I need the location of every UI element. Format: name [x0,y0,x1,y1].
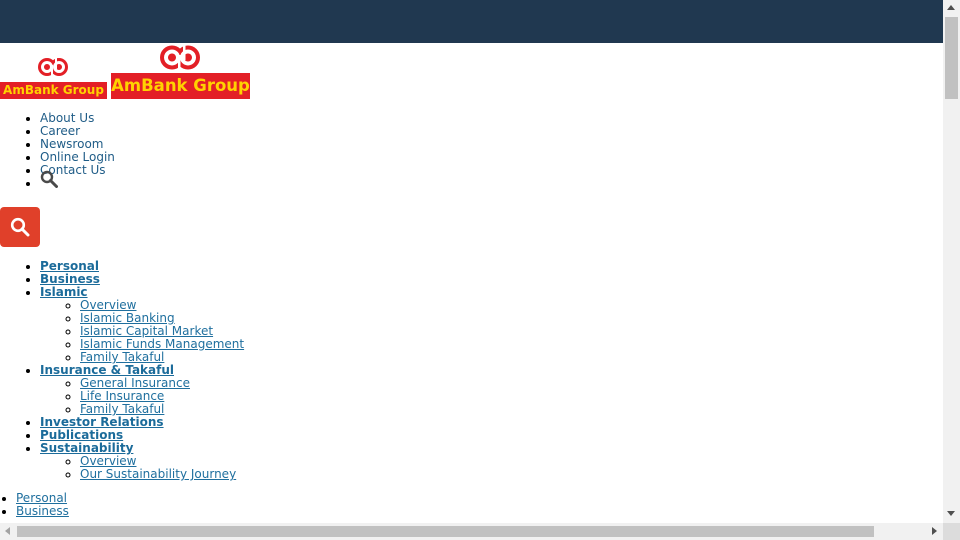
nav-islamic[interactable]: Islamic [40,285,88,299]
islamic-funds-management-link[interactable]: Islamic Funds Management [80,337,244,351]
ambank-mark-small [37,57,69,77]
online-login-link[interactable]: Online Login [40,150,115,164]
vertical-scroll-thumb[interactable] [945,17,958,99]
utility-nav-search [40,170,115,197]
logo-big-text: AmBank Group [111,76,250,95]
mobile-nav-item: Business [16,505,69,518]
islamic-family-takaful-link[interactable]: Family Takaful [80,350,164,364]
horizontal-scrollbar[interactable] [0,523,943,540]
nav-publications[interactable]: Publications [40,428,123,442]
main-nav-item: Islamic Overview Islamic Banking Islamic… [40,286,244,364]
nav-personal[interactable]: Personal [40,259,99,273]
mobile-nav: Personal Business [16,492,69,518]
scroll-down-arrow-icon[interactable] [947,511,955,516]
islamic-capital-market-link[interactable]: Islamic Capital Market [80,324,213,338]
islamic-banking-link[interactable]: Islamic Banking [80,311,175,325]
ambank-logo-small[interactable]: AmBank Group [0,82,107,99]
insurance-family-takaful-link[interactable]: Family Takaful [80,402,164,416]
about-us-link[interactable]: About Us [40,111,94,125]
main-nav: Personal Business Islamic Overview Islam… [40,260,244,481]
newsroom-link[interactable]: Newsroom [40,137,103,151]
mobile-nav-personal[interactable]: Personal [16,491,67,505]
general-insurance-link[interactable]: General Insurance [80,376,190,390]
ambank-logo-mark-icon [38,58,68,76]
top-bar [0,0,943,43]
ambank-mark-big [159,44,201,71]
scroll-right-arrow-icon[interactable] [932,527,937,535]
logo-small-text: AmBank Group [3,83,104,97]
nav-insurance-takaful[interactable]: Insurance & Takaful [40,363,174,377]
main-nav-item: Insurance & Takaful General Insurance Li… [40,364,244,416]
career-link[interactable]: Career [40,124,80,138]
nav-business[interactable]: Business [40,272,100,286]
search-icon[interactable] [40,170,58,191]
ambank-logo-mark-icon [160,45,200,70]
horizontal-scroll-thumb[interactable] [17,526,874,537]
ambank-logo-big[interactable]: AmBank Group [111,73,250,99]
submenu-item: Our Sustainability Journey [80,468,244,481]
scrollbar-corner [943,523,960,540]
islamic-overview-link[interactable]: Overview [80,298,137,312]
search-icon [10,217,30,240]
scroll-left-arrow-icon[interactable] [5,527,10,535]
nav-sustainability[interactable]: Sustainability [40,441,133,455]
islamic-submenu: Overview Islamic Banking Islamic Capital… [40,299,244,364]
page-viewport: AmBank Group AmBank Group About Us Caree… [0,0,943,523]
nav-investor-relations[interactable]: Investor Relations [40,415,164,429]
mobile-nav-business[interactable]: Business [16,504,69,518]
sustainability-overview-link[interactable]: Overview [80,454,137,468]
main-nav-item: Sustainability Overview Our Sustainabili… [40,442,244,481]
vertical-scrollbar[interactable] [943,0,960,523]
search-button[interactable] [0,207,40,247]
life-insurance-link[interactable]: Life Insurance [80,389,164,403]
scroll-up-arrow-icon[interactable] [947,5,955,10]
sustainability-journey-link[interactable]: Our Sustainability Journey [80,467,236,481]
insurance-submenu: General Insurance Life Insurance Family … [40,377,244,416]
utility-nav: About Us Career Newsroom Online Login Co… [40,112,115,197]
sustainability-submenu: Overview Our Sustainability Journey [40,455,244,481]
